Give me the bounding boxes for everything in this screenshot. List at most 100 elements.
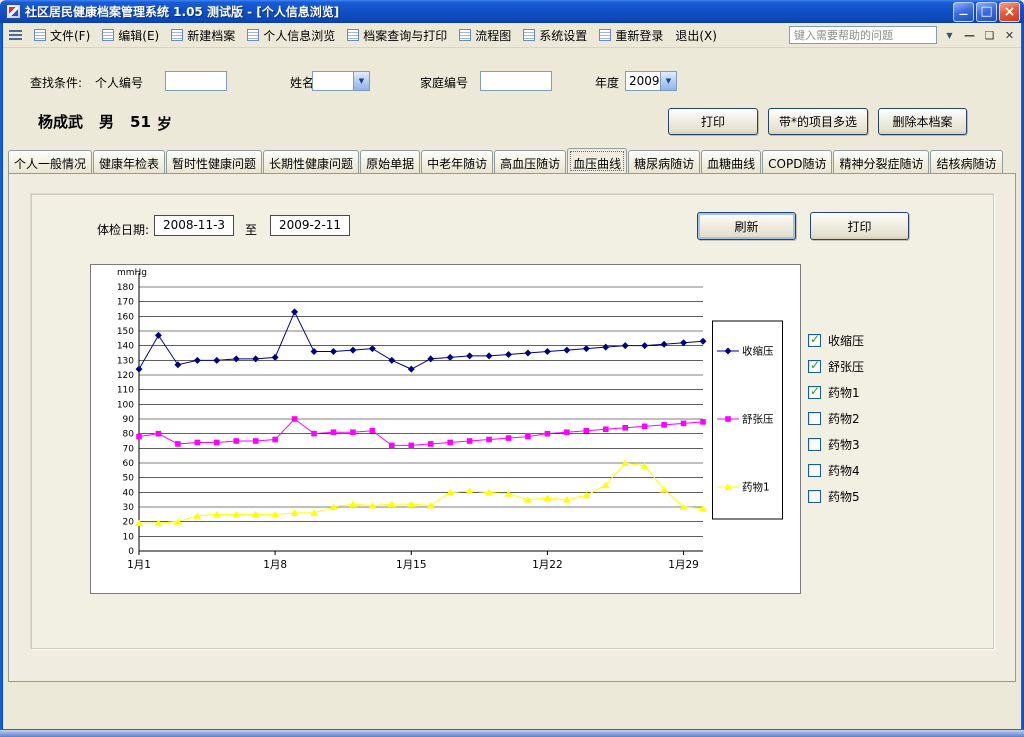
svg-text:收缩压: 收缩压 [742,345,774,358]
checkbox-row-diastolic[interactable]: 舒张压 [808,353,958,379]
checkbox-drug2[interactable] [808,412,821,425]
svg-text:药物1: 药物1 [742,481,770,494]
checkbox-row-drug4[interactable]: 药物4 [808,457,958,483]
chart-print-button[interactable]: 打印 [810,212,909,240]
tab-hypertension-followup[interactable]: 高血压随访 [494,150,566,173]
multiselect-button[interactable]: 带*的项目多选 [768,108,868,135]
menu-item-label: 流程图 [475,27,511,44]
menu-item-file[interactable]: 文件(F) [28,24,96,47]
patient-gender: 男 [99,111,114,132]
delete-record-button[interactable]: 删除本档案 [878,108,967,135]
family-id-input[interactable] [480,71,552,91]
query-and-print-icon [347,29,359,41]
tab-longterm-health-issues[interactable]: 长期性健康问题 [263,150,359,173]
app-window: 社区居民健康档案管理系统 1.05 测试版 - [个人信息浏览] 文件(F) 编辑… [0,0,1024,737]
menu-items: 文件(F) 编辑(E) 新建档案个人信息浏览 档案查询与打印 流程图 系统设置 重新登录退出… [28,23,723,47]
exam-date-to-field[interactable]: 2009-2-11 [270,215,350,236]
checkbox-label: 药物5 [828,488,860,505]
svg-text:110: 110 [117,386,134,396]
checkbox-label: 药物2 [828,410,860,427]
app-icon [6,4,21,19]
menu-item-flowchart[interactable]: 流程图 [453,24,517,47]
personal-id-input[interactable] [165,71,227,91]
checkbox-diastolic[interactable] [808,360,821,373]
tab-middle-elderly-followup[interactable]: 中老年随访 [421,150,493,173]
mdi-restore-icon[interactable] [982,28,997,43]
close-button[interactable] [999,2,1020,22]
menu-item-label: 编辑(E) [118,27,159,44]
menu-item-new-record[interactable]: 新建档案 [165,24,241,47]
svg-text:140: 140 [117,342,134,352]
menu-bar-right [789,26,1017,44]
new-record-icon [171,29,183,41]
menu-item-personal-info-browse[interactable]: 个人信息浏览 [241,24,341,47]
maximize-button[interactable] [976,2,997,22]
tab-annual-health-exam[interactable]: 健康年检表 [93,150,165,173]
checkbox-drug1[interactable] [808,386,821,399]
menu-item-query-and-print[interactable]: 档案查询与打印 [341,24,453,47]
menu-grip-icon [9,30,22,41]
tab-copd-followup[interactable]: COPD随访 [762,150,832,173]
window-frame-left [0,23,3,737]
menu-item-label: 系统设置 [539,27,587,44]
bp-chart-container: 0102030405060708090100110120130140150160… [90,264,801,594]
checkbox-row-drug3[interactable]: 药物3 [808,431,958,457]
help-search-input[interactable] [789,26,937,44]
checkbox-drug3[interactable] [808,438,821,451]
svg-text:1月1: 1月1 [127,559,151,571]
tab-schizophrenia-followup[interactable]: 精神分裂症随访 [833,150,929,173]
name-combobox[interactable] [312,71,370,91]
menu-item-edit[interactable]: 编辑(E) [96,24,165,47]
minimize-button[interactable] [953,2,974,22]
refresh-button[interactable]: 刷新 [697,212,796,240]
exam-date-from-field[interactable]: 2008-11-3 [154,215,234,236]
tab-original-documents[interactable]: 原始单据 [360,150,420,173]
relogin-icon [599,29,611,41]
exam-date-label: 体检日期: [97,221,149,238]
checkbox-row-drug1[interactable]: 药物1 [808,379,958,405]
menu-item-system-settings[interactable]: 系统设置 [517,24,593,47]
patient-summary: 杨成武 男 51 岁 [38,111,172,134]
tab-glucose-curve[interactable]: 血糖曲线 [701,150,761,173]
status-bar [0,729,1024,737]
mdi-minimize-icon[interactable] [962,28,977,43]
menu-item-label: 重新登录 [615,27,663,44]
mdi-close-icon[interactable] [1002,28,1017,43]
checkbox-row-systolic[interactable]: 收缩压 [808,327,958,353]
checkbox-label: 舒张压 [828,358,864,375]
checkbox-row-drug5[interactable]: 药物5 [808,483,958,509]
svg-text:1月29: 1月29 [668,559,699,571]
svg-text:130: 130 [117,356,134,366]
personal-info-browse-icon [247,29,259,41]
help-dropdown-icon[interactable] [942,27,957,43]
checkbox-label: 药物3 [828,436,860,453]
checkbox-systolic[interactable] [808,334,821,347]
year-combobox[interactable]: 2009 [625,71,677,91]
tab-panel: 体检日期: 2008-11-3 至 2009-2-11 刷新 打印 010203… [8,173,1016,682]
year-label: 年度 [595,74,619,91]
tab-diabetes-followup[interactable]: 糖尿病随访 [628,150,700,173]
system-settings-icon [523,29,535,41]
edit-icon [102,29,114,41]
svg-text:170: 170 [117,298,134,308]
menu-bar: 文件(F) 编辑(E) 新建档案个人信息浏览 档案查询与打印 流程图 系统设置 重新登录退出… [3,23,1021,48]
menu-item-exit[interactable]: 退出(X) [669,24,723,47]
checkbox-row-drug2[interactable]: 药物2 [808,405,958,431]
menu-item-relogin[interactable]: 重新登录 [593,24,669,47]
checkbox-drug4[interactable] [808,464,821,477]
patient-age: 51 [130,113,151,134]
patient-row: 杨成武 男 51 岁 打印 带*的项目多选 删除本档案 [3,106,1021,138]
checkbox-drug5[interactable] [808,490,821,503]
menu-item-label: 档案查询与打印 [363,27,447,44]
tab-temporary-health-issues[interactable]: 暂时性健康问题 [166,150,262,173]
name-combobox-arrow-icon[interactable] [353,72,369,90]
svg-text:120: 120 [117,371,134,381]
year-combobox-arrow-icon[interactable] [660,72,676,90]
tab-personal-general[interactable]: 个人一般情况 [8,150,92,173]
tab-bp-curve[interactable]: 血压曲线 [567,148,627,173]
exam-date-to-label: 至 [245,221,257,238]
title-bar: 社区居民健康档案管理系统 1.05 测试版 - [个人信息浏览] [0,0,1024,23]
tab-tb-followup[interactable]: 结核病随访 [930,150,1002,173]
print-button[interactable]: 打印 [668,108,758,135]
svg-text:30: 30 [123,503,135,513]
